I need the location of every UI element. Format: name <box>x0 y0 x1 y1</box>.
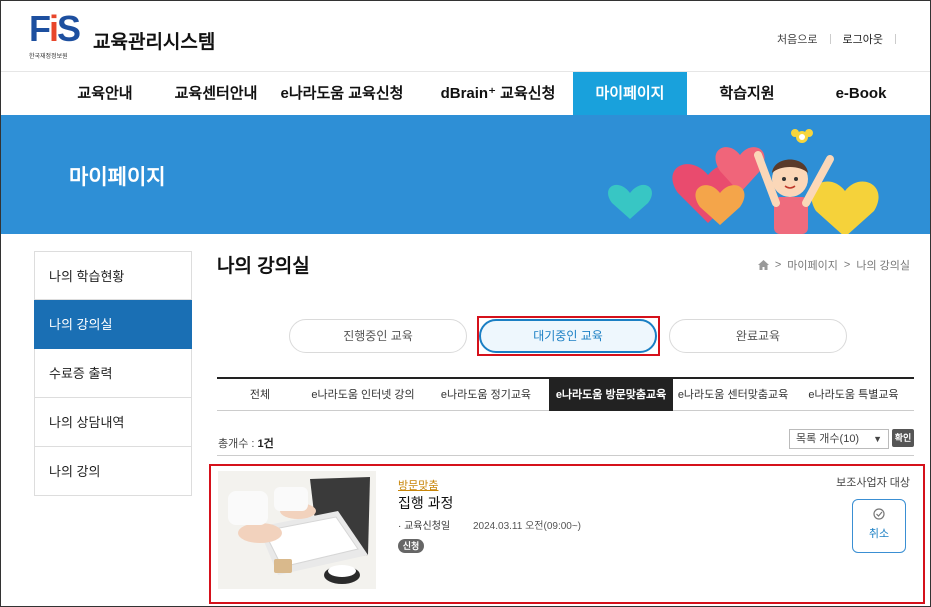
breadcrumb-sep: > <box>843 259 851 271</box>
breadcrumb-sep: > <box>774 259 782 271</box>
sidebar-item-my-lecture[interactable]: 나의 강의 <box>34 447 192 496</box>
confirm-button[interactable]: 확인 <box>892 429 914 447</box>
total-count: 총개수 : 1건 <box>218 435 274 451</box>
sidebar-item-certificate[interactable]: 수료증 출력 <box>34 349 192 398</box>
sidebar-item-my-classroom[interactable]: 나의 강의실 <box>34 300 192 349</box>
nav-item-edu-guide[interactable]: 교육안내 <box>45 72 165 116</box>
category-tab-internet[interactable]: e나라도움 인터넷 강의 <box>303 379 423 411</box>
category-tab-all[interactable]: 전체 <box>217 379 303 411</box>
nav-item-center-guide[interactable]: 교육센터안내 <box>161 72 271 116</box>
category-tab-visit[interactable]: e나라도움 방문맞춤교육 <box>549 379 673 411</box>
chevron-down-icon: ▼ <box>873 434 882 444</box>
sidebar: 나의 학습현황 나의 강의실 수료증 출력 나의 상담내역 나의 강의 <box>34 251 192 496</box>
banner-illustration <box>608 129 879 234</box>
site-title: 교육관리시스템 <box>93 32 216 53</box>
breadcrumb: > 마이페이지 > 나의 강의실 <box>757 257 910 273</box>
category-tab-regular[interactable]: e나라도움 정기교육 <box>423 379 549 411</box>
logout-link[interactable]: 로그아웃 <box>843 31 883 47</box>
nav-item-mypage[interactable]: 마이페이지 <box>573 72 687 116</box>
total-count-value: 1건 <box>257 438 274 450</box>
nav-item-enara-apply[interactable]: e나라도움 교육신청 <box>277 72 407 116</box>
page-size-value: 목록 개수(10) <box>796 433 860 445</box>
highlight-box-card <box>209 464 925 604</box>
tab-in-progress[interactable]: 진행중인 교육 <box>289 319 467 353</box>
nav-item-dbrain-apply[interactable]: dBrain⁺ 교육신청 <box>431 72 565 116</box>
total-count-label: 총개수 : <box>218 438 258 450</box>
category-tabs: 전체 e나라도움 인터넷 강의 e나라도움 정기교육 e나라도움 방문맞춤교육 … <box>217 377 914 411</box>
banner-title: 마이페이지 <box>69 166 166 189</box>
home-link[interactable]: 처음으로 <box>777 31 817 47</box>
page-banner: 마이페이지 <box>1 115 930 234</box>
nav-item-learning-support[interactable]: 학습지원 <box>691 72 803 116</box>
home-icon[interactable] <box>757 260 769 270</box>
list-divider <box>217 455 914 456</box>
fis-logo[interactable]: FiS 한국재정정보원 <box>29 8 87 61</box>
site-header: FiS 한국재정정보원 교육관리시스템 처음으로 로그아웃 <box>1 1 930 71</box>
sidebar-item-learning-status[interactable]: 나의 학습현황 <box>34 251 192 300</box>
breadcrumb-mypage[interactable]: 마이페이지 <box>787 257 838 273</box>
page-size-select[interactable]: 목록 개수(10) ▼ <box>789 429 889 449</box>
top-links: 처음으로 로그아웃 <box>777 31 908 47</box>
page-title: 나의 강의실 <box>217 256 310 277</box>
category-tab-special[interactable]: e나라도움 특별교육 <box>793 379 914 411</box>
highlight-box-tab <box>477 316 660 356</box>
sidebar-item-consultation[interactable]: 나의 상담내역 <box>34 398 192 447</box>
app-frame: FiS 한국재정정보원 교육관리시스템 처음으로 로그아웃 교육안내 교육센터안… <box>0 0 931 607</box>
tab-completed[interactable]: 완료교육 <box>669 319 847 353</box>
logo-subtitle: 한국재정정보원 <box>29 54 68 60</box>
category-tab-center[interactable]: e나라도움 센터맞춤교육 <box>673 379 793 411</box>
logo-mark: FiS <box>29 8 81 49</box>
link-divider <box>829 34 831 44</box>
link-divider <box>895 34 896 44</box>
nav-item-ebook[interactable]: e-Book <box>805 72 917 116</box>
main-nav: 교육안내 교육센터안내 e나라도움 교육신청 dBrain⁺ 교육신청 마이페이… <box>1 71 930 116</box>
breadcrumb-current: 나의 강의실 <box>856 260 910 272</box>
